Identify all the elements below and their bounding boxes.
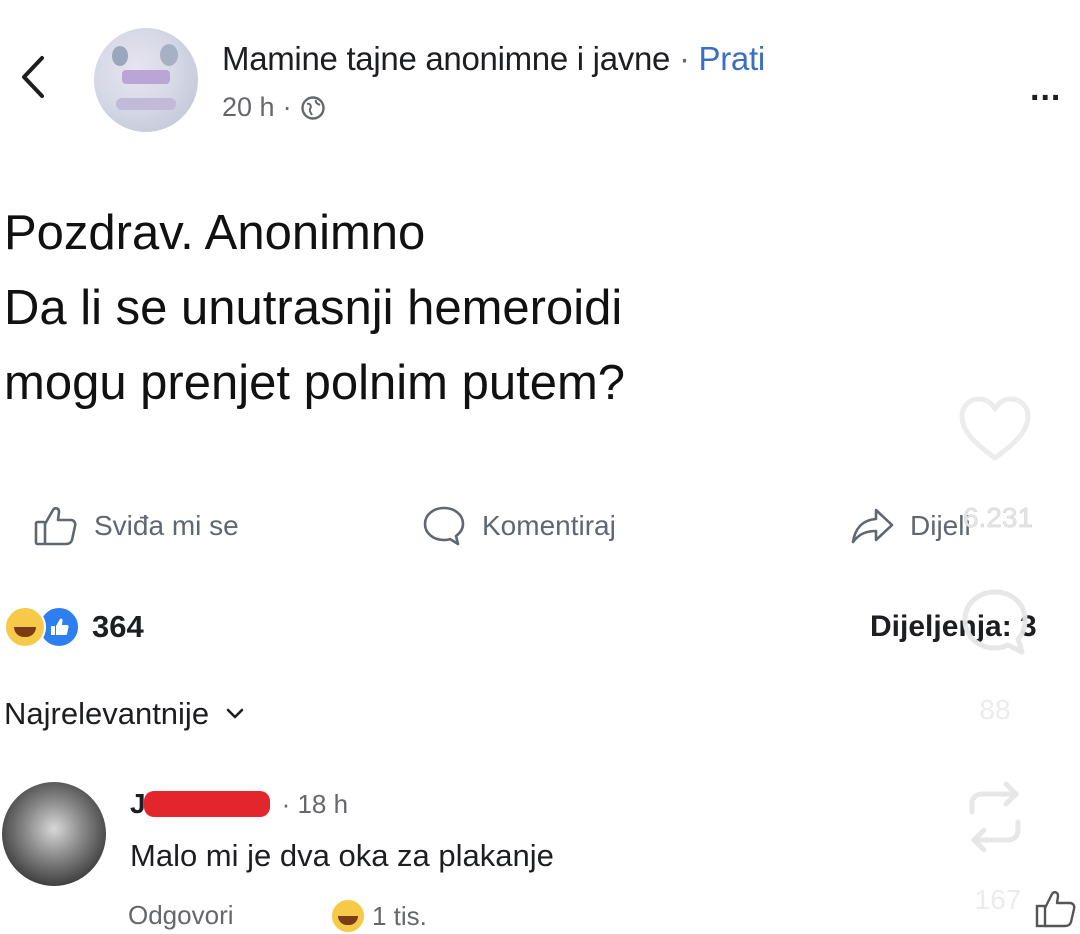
comment-time: · 18 h — [281, 788, 349, 819]
haha-reaction-icon — [330, 898, 366, 934]
post-line: Pozdrav. Anonimno — [4, 206, 426, 260]
chevron-down-icon — [226, 708, 244, 719]
overlay-like-button[interactable] — [956, 394, 1034, 464]
page-avatar[interactable] — [94, 28, 198, 132]
follow-button[interactable]: Prati — [699, 40, 766, 77]
post-meta: 20 h · — [222, 92, 326, 123]
like-button[interactable]: Sviđa mi se — [32, 502, 239, 550]
haha-reaction-icon — [4, 606, 46, 648]
meta-separator: · — [282, 92, 292, 122]
separator: · — [678, 40, 690, 77]
overlay-comment-like-icon[interactable] — [1034, 888, 1080, 928]
comment-reactions[interactable]: 1 tis. — [330, 898, 427, 934]
overlay-repost-button[interactable] — [960, 778, 1030, 856]
heart-icon — [959, 396, 1031, 461]
thumbs-up-icon — [1035, 891, 1076, 928]
overlay-comment-count: 88 — [979, 694, 1011, 725]
chevron-left-icon — [22, 56, 44, 98]
thumbs-up-icon — [34, 506, 77, 546]
redaction-mark — [143, 791, 270, 817]
globe-icon — [300, 95, 325, 120]
comment-reaction-count: 1 tis. — [372, 900, 427, 931]
comment-text: Malo mi je dva oka za plakanje — [130, 838, 554, 873]
overlay-like-count: 6.231 — [962, 502, 1034, 534]
overlay-repost-count: 167 — [974, 884, 1022, 915]
overlay-comment-button[interactable] — [958, 586, 1032, 660]
post-line: mogu prenjet polnim putem? — [4, 356, 626, 410]
post-time[interactable]: 20 h — [222, 92, 275, 123]
share-icon — [851, 508, 894, 544]
page-name-link[interactable]: Mamine tajne anonimne i javne — [222, 40, 670, 77]
commenter-avatar[interactable] — [2, 782, 106, 886]
page-title: Mamine tajne anonimne i javne · Prati — [222, 40, 765, 78]
comment-bubble-icon — [962, 589, 1028, 655]
post-line: Da li se unutrasnji hemeroidi — [4, 281, 623, 335]
post-text: Pozdrav. Anonimno Da li se unutrasnji he… — [4, 196, 1004, 421]
like-label: Sviđa mi se — [94, 510, 239, 541]
reply-button[interactable]: Odgovori — [128, 900, 234, 931]
more-options-icon[interactable]: ... — [1030, 70, 1061, 109]
comment-button[interactable]: Komentiraj — [420, 502, 616, 550]
comment-icon — [423, 506, 465, 546]
comments-sort-dropdown[interactable]: Najrelevantnije — [4, 696, 245, 732]
back-button[interactable] — [14, 52, 54, 102]
repost-icon — [969, 781, 1021, 853]
reaction-summary[interactable]: 364 — [4, 606, 144, 648]
sort-label: Najrelevantnije — [4, 696, 210, 731]
comment-header: J · 18 h — [130, 788, 348, 820]
reaction-count: 364 — [92, 609, 144, 644]
comment-label: Komentiraj — [482, 510, 616, 541]
